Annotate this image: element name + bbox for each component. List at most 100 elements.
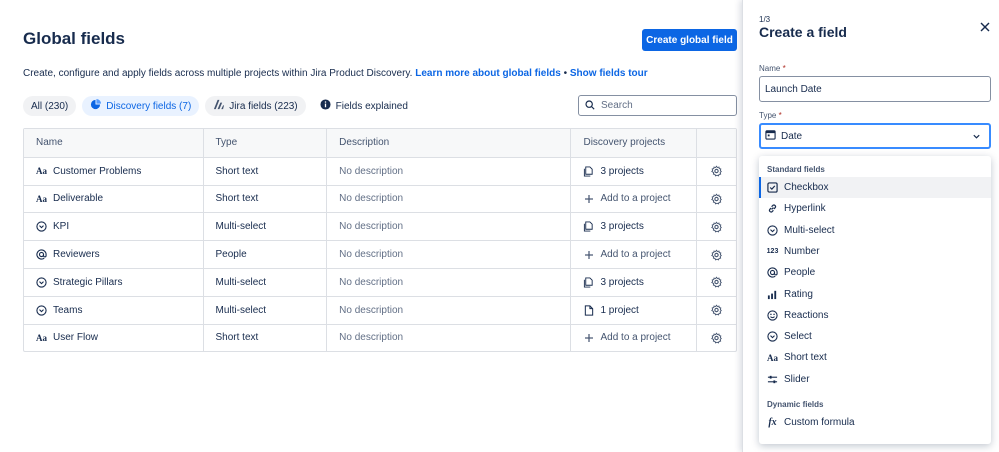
type-required-mark: * — [778, 111, 782, 120]
field-description: No description — [326, 185, 570, 213]
field-settings-cell — [696, 213, 736, 241]
field-name: User Flow — [53, 332, 99, 344]
fields-table: Name Type Description Discovery projects… — [23, 128, 737, 353]
field-type: Short text — [202, 324, 327, 352]
projects-label: 3 projects — [600, 276, 644, 288]
option-multi-select[interactable]: Multi-select — [759, 220, 991, 241]
field-settings-cell — [696, 185, 736, 213]
type-select[interactable]: Date — [759, 123, 991, 149]
fields-explained-button[interactable]: Fields explained — [312, 96, 416, 116]
option-select[interactable]: Select — [759, 326, 991, 347]
field-name-cell[interactable]: Aa User Flow — [24, 325, 203, 352]
table-row[interactable]: KPI Multi-select No description 3 projects — [24, 212, 736, 241]
filter-all[interactable]: All (230) — [23, 96, 77, 116]
short-text-icon: Aa — [36, 193, 47, 204]
learn-more-link[interactable]: Learn more about global fields — [415, 68, 561, 79]
search-box[interactable] — [578, 95, 737, 116]
field-name-cell[interactable]: Strategic Pillars — [24, 269, 203, 296]
field-name: Customer Problems — [53, 165, 142, 177]
gear-icon[interactable] — [711, 332, 722, 344]
field-settings-cell — [696, 241, 736, 268]
filter-discovery-label: Discovery fields (7) — [106, 100, 192, 112]
projects-count-link[interactable]: 1 project — [570, 296, 696, 324]
gear-icon[interactable] — [711, 304, 722, 316]
field-settings-cell — [696, 296, 736, 324]
slider-icon — [767, 374, 778, 385]
option-short-text[interactable]: Aa Short text — [759, 347, 991, 368]
projects-count-link[interactable]: 3 projects — [570, 268, 696, 296]
table-row[interactable]: Aa Customer Problems Short text No descript… — [24, 156, 736, 185]
option-number[interactable]: 123 Number — [759, 241, 991, 262]
gear-icon[interactable] — [711, 221, 722, 233]
page-title: Global fields — [23, 29, 126, 48]
add-to-project-button[interactable]: Add to a project — [570, 241, 696, 268]
field-type: People — [202, 241, 327, 268]
filter-jira[interactable]: Jira fields (223) — [205, 96, 306, 116]
short-text-icon: Aa — [36, 166, 47, 177]
option-label: Short text — [784, 352, 827, 364]
gear-icon[interactable] — [711, 193, 722, 205]
header-type[interactable]: Type — [202, 129, 327, 157]
header-name[interactable]: Name — [24, 129, 203, 157]
search-icon — [585, 97, 595, 115]
fields-explained-label: Fields explained — [335, 100, 408, 112]
option-label: People — [784, 267, 816, 279]
projects-count-link[interactable]: 3 projects — [570, 157, 696, 185]
table-row[interactable]: Aa Deliverable Short text No description Add… — [24, 184, 736, 213]
create-global-field-button[interactable]: Create global field — [642, 29, 737, 51]
option-reactions[interactable]: Reactions — [759, 305, 991, 326]
table-row[interactable]: Teams Multi-select No description 1 project — [24, 295, 736, 324]
jira-icon — [213, 99, 225, 113]
table-row[interactable]: Aa User Flow Short text No description Add t… — [24, 323, 736, 352]
reactions-icon — [767, 310, 778, 321]
gear-icon[interactable] — [711, 276, 722, 288]
name-field[interactable] — [759, 76, 991, 102]
option-rating[interactable]: Rating — [759, 284, 991, 305]
field-name-cell[interactable]: KPI — [24, 213, 203, 240]
option-label: Rating — [784, 288, 813, 300]
search-input[interactable] — [601, 100, 731, 111]
header-actions — [696, 129, 736, 157]
field-name: Teams — [53, 304, 83, 316]
field-name-cell[interactable]: Reviewers — [24, 241, 203, 268]
filter-discovery[interactable]: Discovery fields (7) — [82, 96, 200, 116]
field-type: Multi-select — [202, 213, 327, 241]
option-hyperlink[interactable]: Hyperlink — [759, 198, 991, 219]
discovery-icon — [90, 99, 102, 113]
people-icon — [36, 249, 47, 260]
gear-icon[interactable] — [711, 249, 722, 261]
option-label: Checkbox — [784, 182, 829, 193]
header-discovery-projects[interactable]: Discovery projects — [570, 129, 696, 157]
projects-label: Add to a project — [600, 249, 671, 261]
name-label-text: Name — [759, 64, 781, 73]
select-icon — [36, 305, 47, 316]
short-text-icon: Aa — [36, 332, 47, 343]
field-name-cell[interactable]: Aa Deliverable — [24, 186, 203, 213]
option-people[interactable]: People — [759, 262, 991, 283]
add-to-project-button[interactable]: Add to a project — [570, 185, 696, 213]
subtitle-text: Create, configure and apply fields acros… — [23, 68, 413, 79]
field-type: Short text — [202, 185, 327, 213]
field-description: No description — [326, 157, 570, 185]
field-settings-cell — [696, 324, 736, 352]
header-description[interactable]: Description — [326, 129, 570, 157]
filter-jira-label: Jira fields (223) — [229, 100, 298, 112]
option-checkbox[interactable]: Checkbox — [759, 177, 991, 198]
type-dropdown-menu: Standard fields Dynamic fields Checkbox H… — [759, 156, 991, 444]
chevron-down-icon — [972, 132, 981, 144]
field-name-cell[interactable]: Aa Customer Problems — [24, 158, 203, 185]
step-indicator: 1/3 — [759, 15, 771, 24]
projects-count-link[interactable]: 3 projects — [570, 213, 696, 241]
show-fields-tour-link[interactable]: Show fields tour — [570, 68, 648, 79]
field-name: Strategic Pillars — [53, 276, 123, 288]
type-select-value: Date — [781, 130, 803, 142]
table-row[interactable]: Reviewers People No description Add to a pr… — [24, 240, 736, 268]
gear-icon[interactable] — [711, 165, 722, 177]
calendar-icon — [765, 129, 776, 143]
field-name-cell[interactable]: Teams — [24, 297, 203, 324]
add-to-project-button[interactable]: Add to a project — [570, 324, 696, 352]
option-custom-formula[interactable]: fx Custom formula — [759, 412, 991, 433]
close-icon[interactable] — [979, 21, 991, 33]
table-row[interactable]: Strategic Pillars Multi-select No descript… — [24, 267, 736, 296]
option-slider[interactable]: Slider — [759, 369, 991, 390]
